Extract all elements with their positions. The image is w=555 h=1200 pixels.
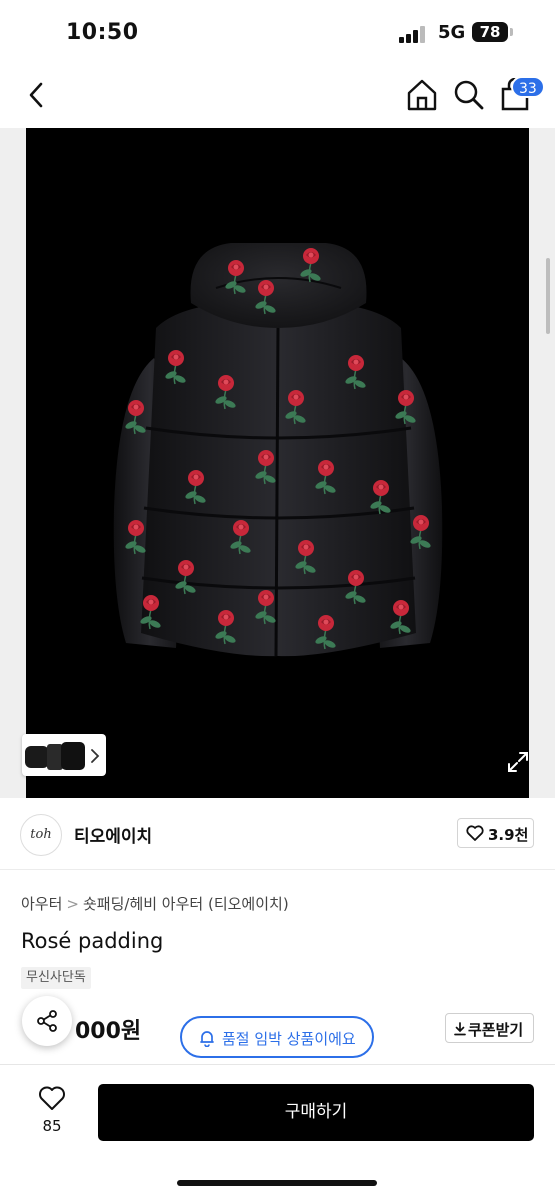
wishlist-button[interactable]: 85 bbox=[30, 1085, 74, 1141]
wishlist-count: 85 bbox=[42, 1117, 62, 1135]
share-icon bbox=[37, 1010, 57, 1032]
jacket-image bbox=[113, 243, 443, 657]
brand-name[interactable]: 티오에이치 bbox=[74, 822, 152, 847]
soldout-notice-button[interactable]: 품절 임박 상품이에요 bbox=[180, 1016, 374, 1058]
brand-row[interactable]: toh 티오에이치 3.9천 bbox=[0, 798, 555, 870]
status-bar: 10:50 5G 78 bbox=[0, 0, 555, 62]
back-button[interactable] bbox=[22, 80, 52, 110]
share-button[interactable] bbox=[22, 996, 72, 1046]
heart-icon bbox=[466, 825, 484, 841]
product-title: Rosé padding bbox=[21, 929, 164, 953]
home-icon bbox=[407, 79, 437, 111]
product-image-gallery[interactable] bbox=[0, 128, 555, 798]
breadcrumb: 아우터 > 숏패딩/헤비 아우터 (티오에이치) bbox=[21, 893, 289, 914]
exclusive-badge: 무신사단독 bbox=[21, 967, 91, 989]
battery-tip bbox=[510, 28, 513, 36]
breadcrumb-item[interactable]: 아우터 bbox=[21, 895, 62, 913]
status-time: 10:50 bbox=[66, 20, 139, 45]
download-icon bbox=[454, 1022, 466, 1036]
buy-button[interactable]: 구매하기 bbox=[98, 1084, 534, 1141]
coupon-button[interactable]: 쿠폰받기 bbox=[445, 1013, 534, 1043]
brand-like-button[interactable]: 3.9천 bbox=[457, 818, 534, 848]
network-label: 5G bbox=[438, 22, 466, 43]
search-button[interactable] bbox=[453, 78, 485, 112]
thumbnail-image bbox=[25, 742, 85, 770]
product-image[interactable] bbox=[26, 128, 529, 798]
scrollbar[interactable] bbox=[546, 258, 550, 334]
coupon-label: 쿠폰받기 bbox=[468, 1021, 524, 1039]
heart-icon bbox=[39, 1086, 65, 1110]
expand-icon bbox=[508, 752, 528, 772]
breadcrumb-item[interactable]: 숏패딩/헤비 아우터 (티오에이치) bbox=[83, 895, 289, 913]
brand-logo[interactable]: toh bbox=[20, 814, 62, 856]
bell-icon bbox=[200, 1031, 214, 1047]
chevron-right-icon[interactable] bbox=[90, 748, 100, 763]
home-button[interactable] bbox=[406, 78, 438, 112]
price-text: 000원 bbox=[75, 1019, 142, 1044]
chevron-left-icon bbox=[29, 82, 43, 108]
expand-button[interactable] bbox=[504, 748, 532, 776]
top-nav bbox=[0, 62, 555, 128]
cart-count-badge: 33 bbox=[511, 76, 545, 98]
search-icon bbox=[454, 80, 484, 110]
signal-icon bbox=[399, 25, 427, 43]
brand-like-count: 3.9천 bbox=[488, 826, 529, 844]
soldout-notice-text: 품절 임박 상품이에요 bbox=[222, 1030, 356, 1048]
breadcrumb-separator: > bbox=[66, 895, 79, 913]
home-indicator bbox=[177, 1180, 377, 1186]
battery-icon: 78 bbox=[472, 22, 508, 42]
